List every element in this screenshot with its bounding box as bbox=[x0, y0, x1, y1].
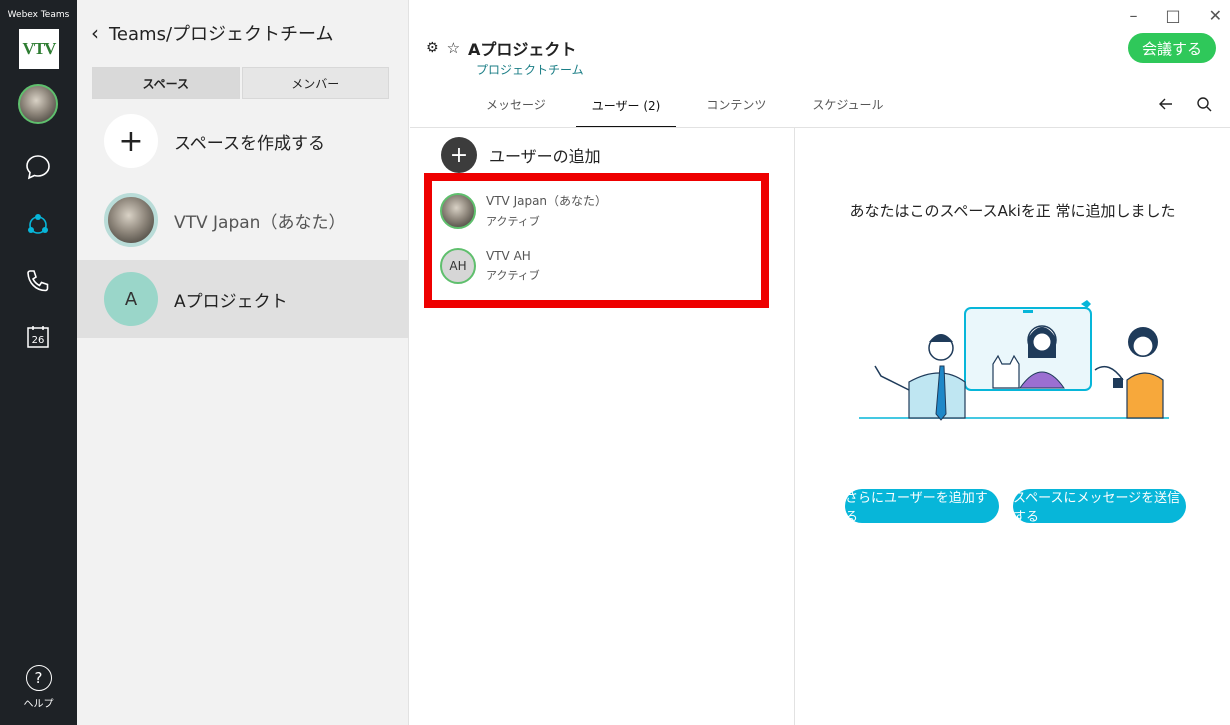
user-status: アクティブ bbox=[486, 269, 540, 282]
add-more-users-button[interactable]: さらにユーザーを追加する bbox=[845, 489, 999, 525]
minimize-icon[interactable]: – bbox=[1129, 6, 1137, 25]
help-icon: ? bbox=[25, 665, 52, 691]
team-title: Teams/プロジェクトチーム bbox=[109, 24, 334, 45]
spaces-header: ‹ Teams/プロジェクトチーム bbox=[91, 20, 333, 46]
space-avatar bbox=[104, 193, 158, 247]
space-header: ⚙ ☆ Aプロジェクト bbox=[426, 36, 576, 60]
user-name: VTV AH bbox=[486, 249, 531, 263]
meeting-illustration bbox=[859, 300, 1169, 421]
create-space-button[interactable]: + スペースを作成する bbox=[77, 102, 409, 180]
phone-icon[interactable] bbox=[23, 266, 53, 296]
add-user-button[interactable]: + ユーザーの追加 bbox=[441, 137, 601, 173]
maximize-icon[interactable]: □ bbox=[1165, 6, 1180, 25]
spaces-pane: ‹ Teams/プロジェクトチーム スペース メンバー + スペースを作成する … bbox=[77, 0, 409, 725]
header-divider bbox=[410, 127, 1230, 128]
user-status: アクティブ bbox=[486, 215, 540, 228]
add-user-label: ユーザーの追加 bbox=[489, 147, 601, 166]
space-title: Aプロジェクト bbox=[468, 40, 577, 59]
space-detail: – □ ✕ ⚙ ☆ Aプロジェクト プロジェクトチーム 会議する メッセージ ユ… bbox=[410, 0, 1230, 725]
space-tabs: メッセージ ユーザー (2) コンテンツ スケジュール bbox=[470, 82, 914, 128]
tab-tools bbox=[1158, 96, 1212, 116]
space-added-message: あなたはこのスペースAkiを正 常に追加しました bbox=[849, 202, 1176, 220]
back-chevron-icon[interactable]: ‹ bbox=[91, 21, 99, 45]
help-button[interactable]: ? ヘルプ bbox=[0, 665, 77, 710]
space-item-label: Aプロジェクト bbox=[174, 291, 288, 312]
svg-text:26: 26 bbox=[32, 335, 45, 346]
tab-messages[interactable]: メッセージ bbox=[470, 82, 562, 126]
user-row-vtv-ah[interactable]: AH VTV AH アクティブ bbox=[440, 248, 540, 284]
space-item-a-project[interactable]: A Aプロジェクト bbox=[77, 260, 409, 338]
calendar-icon[interactable]: 26 bbox=[23, 322, 53, 352]
user-avatar[interactable] bbox=[18, 84, 58, 124]
chat-icon[interactable] bbox=[23, 152, 53, 182]
send-message-button[interactable]: スペースにメッセージを送信する bbox=[1013, 489, 1186, 525]
space-avatar: A bbox=[104, 272, 158, 326]
back-arrow-icon[interactable] bbox=[1158, 96, 1174, 116]
org-logo: VTV bbox=[19, 29, 59, 69]
space-item-vtv-japan[interactable]: VTV Japan（あなた） bbox=[77, 181, 409, 259]
segment-control: スペース メンバー bbox=[92, 67, 389, 99]
app-title: Webex Teams bbox=[7, 10, 70, 20]
segment-members[interactable]: メンバー bbox=[241, 67, 389, 99]
plus-icon: + bbox=[104, 114, 158, 168]
create-space-label: スペースを作成する bbox=[174, 133, 325, 154]
gear-icon[interactable]: ⚙ bbox=[426, 40, 439, 56]
window-controls: – □ ✕ bbox=[1129, 6, 1222, 25]
left-rail: Webex Teams VTV 26 ? ヘルプ bbox=[0, 0, 77, 725]
tab-content[interactable]: コンテンツ bbox=[690, 82, 782, 126]
app-window: Webex Teams VTV 26 ? ヘルプ ‹ Teams/プロジェクトチ… bbox=[0, 0, 1230, 725]
meet-button[interactable]: 会議する bbox=[1128, 33, 1216, 63]
help-label: ヘルプ bbox=[23, 699, 54, 710]
user-name: VTV Japan（あなた） bbox=[486, 194, 608, 208]
plus-icon: + bbox=[441, 137, 477, 173]
user-row-vtv-japan[interactable]: VTV Japan（あなた） アクティブ bbox=[440, 192, 607, 229]
user-avatar-initials: AH bbox=[440, 248, 476, 284]
teams-icon[interactable] bbox=[23, 210, 53, 240]
space-item-label: VTV Japan（あなた） bbox=[174, 212, 346, 233]
search-icon[interactable] bbox=[1196, 96, 1212, 116]
tab-schedule[interactable]: スケジュール bbox=[796, 82, 899, 126]
segment-spaces[interactable]: スペース bbox=[92, 67, 240, 99]
tab-users[interactable]: ユーザー (2) bbox=[575, 82, 677, 128]
close-icon[interactable]: ✕ bbox=[1209, 6, 1222, 25]
space-subtitle-link[interactable]: プロジェクトチーム bbox=[476, 61, 584, 78]
star-icon[interactable]: ☆ bbox=[447, 39, 460, 57]
user-avatar bbox=[440, 192, 476, 229]
